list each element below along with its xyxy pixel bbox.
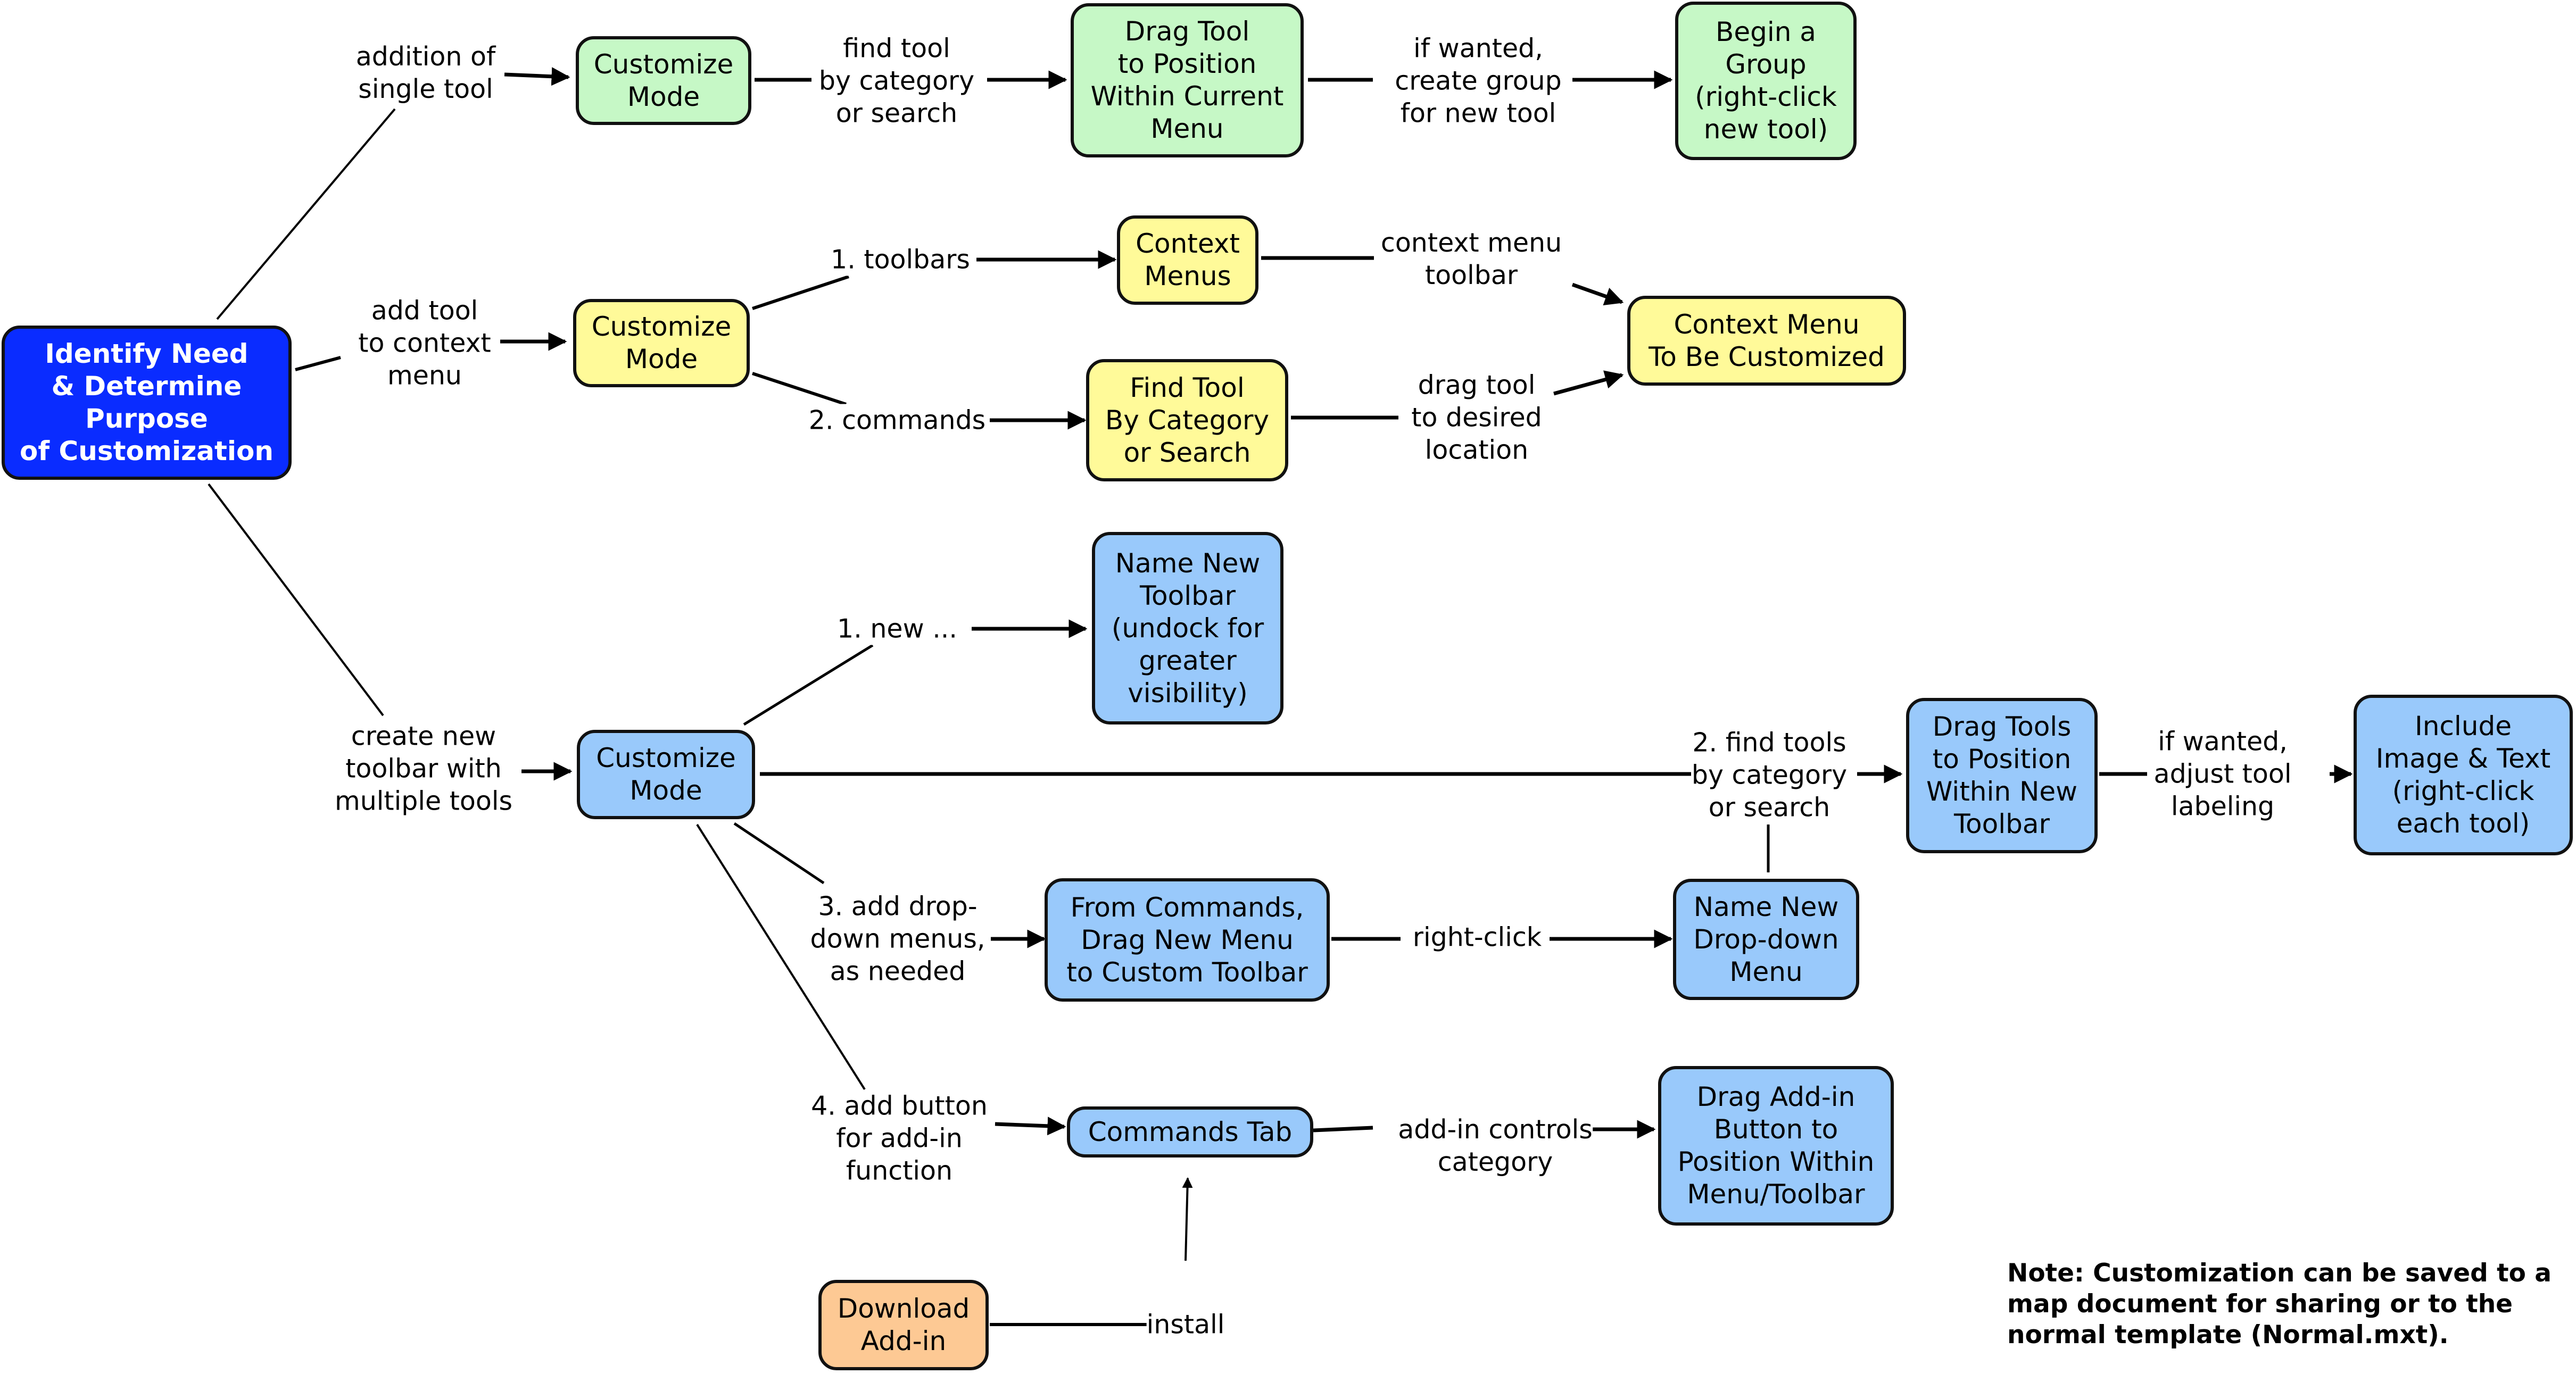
node-drag-tools-new-toolbar[interactable]: Drag Tools to Position Within New Toolba… (1906, 698, 2098, 853)
node-include-image-text[interactable]: Include Image & Text (right-click each t… (2354, 695, 2573, 855)
node-name-new-dropdown[interactable]: Name New Drop-down Menu (1673, 879, 1859, 1000)
connector-single-to-green-customize (504, 67, 570, 86)
node-green-customize-mode[interactable]: Customize Mode (576, 36, 751, 125)
edge-label-commands: 2. commands (808, 404, 986, 437)
node-context-menu-target[interactable]: Context Menu To Be Customized (1627, 296, 1906, 386)
connector-drag-label-to-target-bottom (1553, 370, 1624, 396)
edge-label-new: 1. new ... (837, 612, 957, 645)
edge-label-create-new-toolbar: create new toolbar with multiple tools (335, 720, 512, 818)
edge-label-add-to-context: add tool to context menu (358, 294, 491, 392)
connector-blue-customize-to-dropdown (733, 822, 825, 885)
node-drag-tool-current-menu[interactable]: Drag Tool to Position Within Current Men… (1071, 3, 1304, 157)
edge-label-addition-single-tool: addition of single tool (355, 40, 496, 105)
node-identify-need[interactable]: Identify Need & Determine Purpose of Cus… (2, 326, 292, 480)
edge-label-install: install (1146, 1308, 1225, 1341)
node-download-addin[interactable]: Download Add-in (818, 1280, 989, 1370)
edge-label-add-dropdown: 3. add drop- down menus, as needed (810, 890, 985, 988)
connector-root-to-single (216, 108, 396, 320)
connector-add-button-to-commands-tab (995, 1117, 1066, 1136)
connector-blue-customize-to-new (743, 644, 874, 726)
node-drag-addin-button[interactable]: Drag Add-in Button to Position Within Me… (1658, 1066, 1894, 1226)
connector-commands-tab-to-addin-label (1313, 1126, 1373, 1132)
edge-label-adjust-labeling: if wanted, adjust tool labeling (2153, 725, 2292, 823)
node-blue-customize-mode[interactable]: Customize Mode (577, 730, 755, 819)
connector-layer (208, 67, 2353, 1326)
edge-label-find-tool: find tool by category or search (818, 32, 975, 130)
connector-root-to-toolbar (208, 483, 384, 717)
edge-label-create-group: if wanted, create group for new tool (1395, 32, 1562, 130)
node-commands-tab[interactable]: Commands Tab (1067, 1106, 1313, 1158)
connector-install-to-commands-tab (1182, 1177, 1193, 1261)
connector-yellow-customize-to-toolbars (752, 275, 849, 310)
save-note: Note: Customization can be saved to a ma… (2007, 1259, 2552, 1350)
connector-root-to-context (295, 356, 341, 371)
node-find-tool-category[interactable]: Find Tool By Category or Search (1086, 359, 1288, 481)
edge-label-add-button: 4. add button for add-in function (811, 1089, 988, 1187)
edge-label-toolbars: 1. toolbars (831, 243, 970, 276)
edge-label-drag-to-location: drag tool to desired location (1411, 369, 1542, 467)
connector-yellow-customize-to-commands (752, 372, 847, 406)
node-yellow-customize-mode[interactable]: Customize Mode (573, 299, 750, 387)
edge-label-addin-controls: add-in controls category (1398, 1113, 1593, 1178)
edge-label-find-tools: 2. find tools by category or search (1691, 726, 1848, 824)
node-from-commands-drag-menu[interactable]: From Commands, Drag New Menu to Custom T… (1045, 878, 1330, 1002)
node-name-new-toolbar[interactable]: Name New Toolbar (undock for greater vis… (1092, 532, 1283, 725)
node-begin-group[interactable]: Begin a Group (right-click new tool) (1675, 2, 1857, 160)
node-context-menus[interactable]: Context Menus (1117, 215, 1258, 305)
edge-label-right-click: right-click (1412, 921, 1542, 954)
connector-label-to-target-top (1571, 282, 1624, 305)
edge-label-context-menu-toolbar: context menu toolbar (1380, 227, 1562, 292)
